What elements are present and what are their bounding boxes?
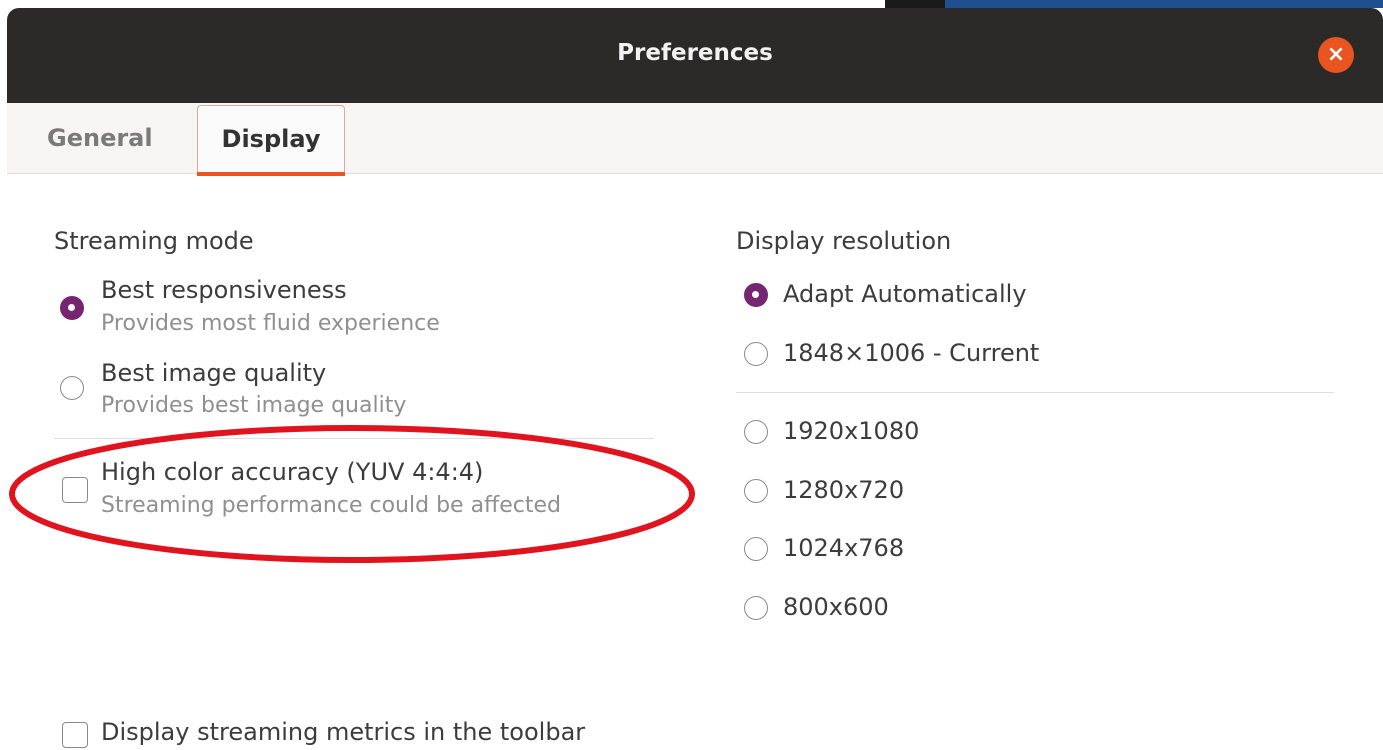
high-color-accuracy-description: Streaming performance could be affected <box>101 493 561 518</box>
resolution-1848x1006-radio[interactable] <box>744 342 768 366</box>
close-icon: × <box>1326 42 1346 67</box>
desktop-strip-blue <box>945 0 1383 8</box>
best-image-quality-radio[interactable] <box>60 376 84 400</box>
resolution-1024x768-label: 1024x768 <box>783 534 905 562</box>
resolution-1024x768-radio[interactable] <box>744 537 768 561</box>
desktop-background-strip <box>0 0 1383 8</box>
resolution-separator <box>736 392 1334 393</box>
best-responsiveness-description: Provides most fluid experience <box>101 311 440 336</box>
best-responsiveness-radio[interactable] <box>60 296 84 320</box>
resolution-1848x1006-label: 1848×1006 - Current <box>783 339 1040 367</box>
close-button[interactable]: × <box>1318 37 1354 73</box>
resolution-800x600-radio[interactable] <box>744 596 768 620</box>
resolution-1920x1080-radio[interactable] <box>744 420 768 444</box>
active-tab-indicator <box>197 172 345 176</box>
adapt-automatically-radio[interactable] <box>744 283 768 307</box>
titlebar: Preferences × <box>7 8 1383 103</box>
best-responsiveness-label: Best responsiveness <box>101 276 347 304</box>
resolution-1280x720-label: 1280x720 <box>783 476 905 504</box>
streaming-mode-separator <box>54 438 654 439</box>
streaming-metrics-checkbox[interactable] <box>62 722 88 748</box>
high-color-accuracy-checkbox[interactable] <box>62 477 88 503</box>
tab-display-label: Display <box>221 125 321 153</box>
tab-bar: General Display <box>7 103 1383 176</box>
display-resolution-heading: Display resolution <box>736 227 952 255</box>
tab-general[interactable]: General <box>47 103 153 173</box>
streaming-metrics-label: Display streaming metrics in the toolbar <box>101 718 586 746</box>
high-color-accuracy-label: High color accuracy (YUV 4:4:4) <box>101 458 484 486</box>
tab-display[interactable]: Display <box>197 105 345 176</box>
streaming-mode-heading: Streaming mode <box>54 227 254 255</box>
desktop-strip-dark <box>885 0 945 8</box>
resolution-1280x720-radio[interactable] <box>744 479 768 503</box>
adapt-automatically-label: Adapt Automatically <box>783 280 1027 308</box>
resolution-800x600-label: 800x600 <box>783 593 889 621</box>
best-image-quality-label: Best image quality <box>101 359 327 387</box>
resolution-1920x1080-label: 1920x1080 <box>783 417 920 445</box>
window-title: Preferences <box>617 40 773 66</box>
best-image-quality-description: Provides best image quality <box>101 393 407 418</box>
